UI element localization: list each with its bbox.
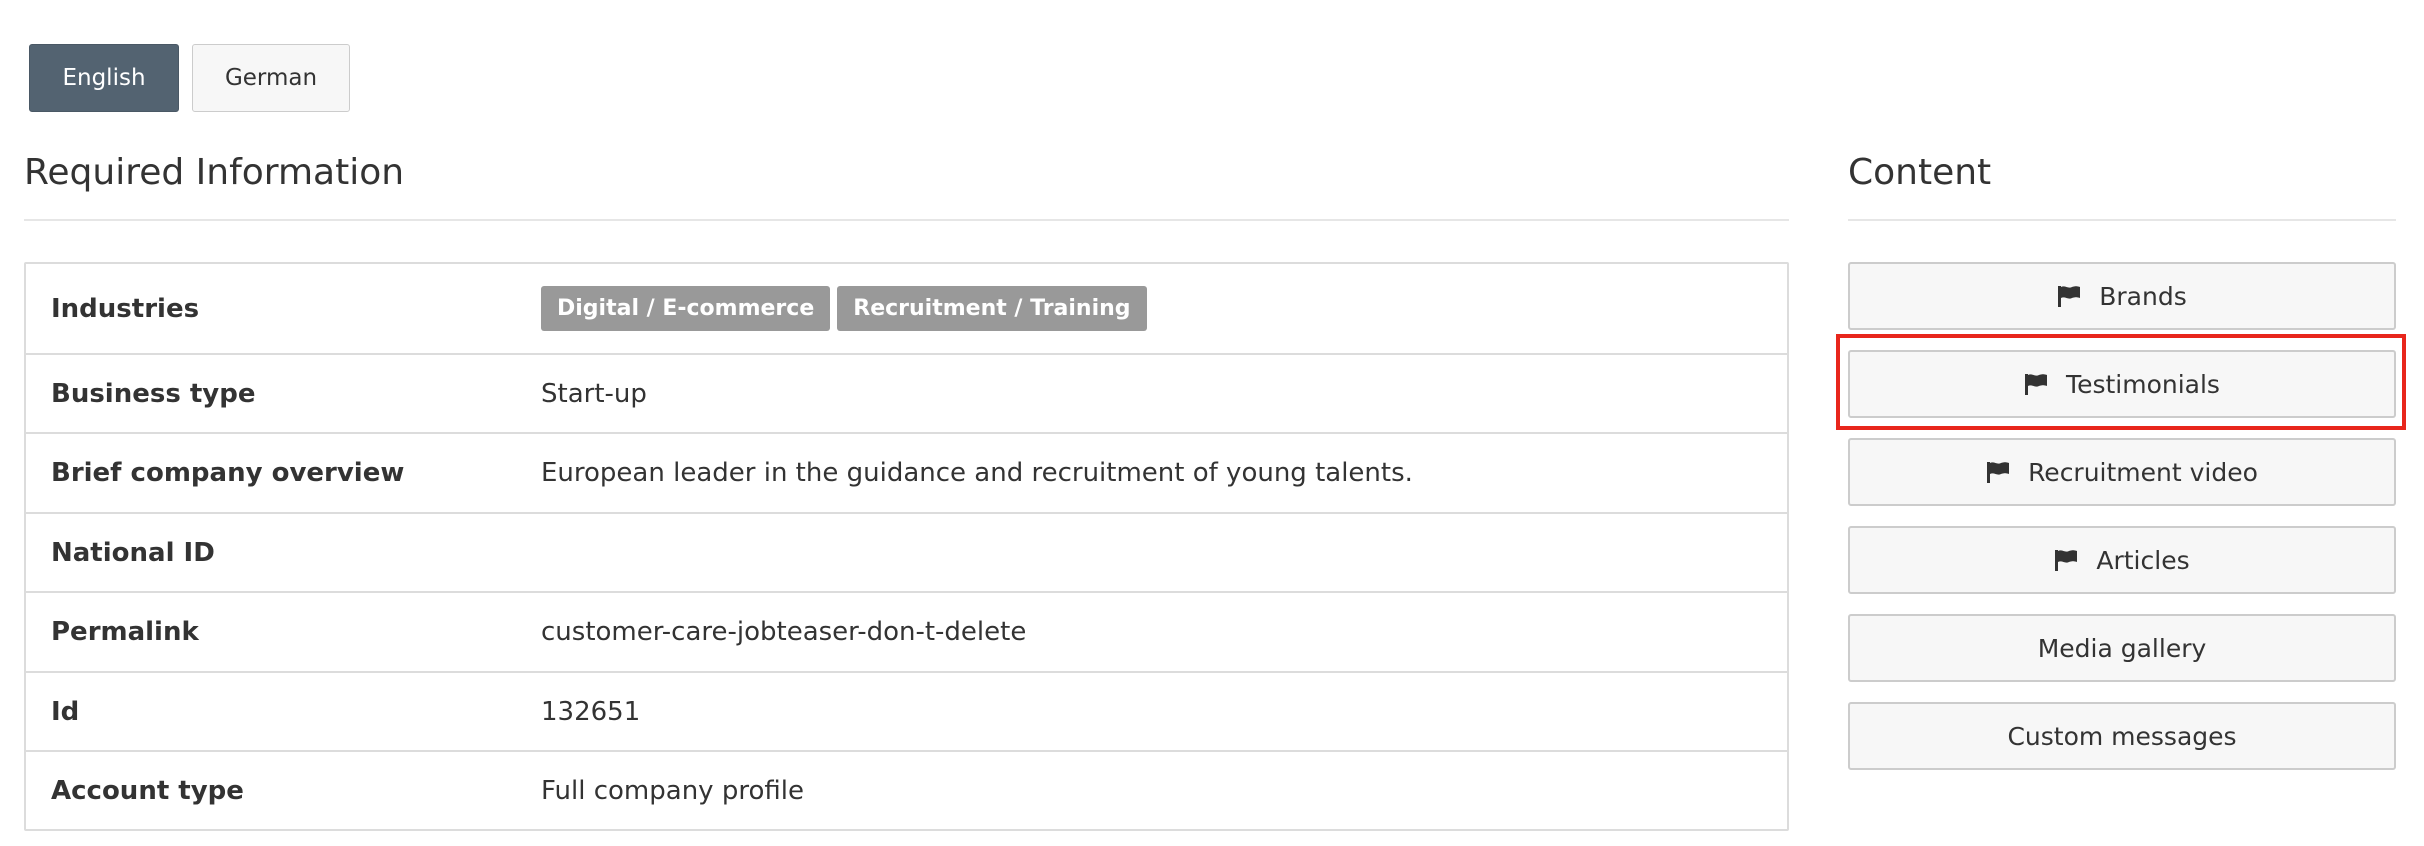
- id-label: Id: [51, 696, 80, 727]
- flag-icon: [2025, 374, 2048, 395]
- required-information-table: Industries Digital / E-commerce Recruitm…: [24, 262, 1789, 831]
- brands-button-label: Brands: [2099, 281, 2187, 311]
- table-row-id: Id 132651: [26, 671, 1787, 750]
- permalink-label: Permalink: [51, 617, 199, 647]
- company-overview-value: European leader in the guidance and recr…: [541, 458, 1413, 488]
- language-tabs: English German: [29, 44, 350, 112]
- flag-icon: [2055, 550, 2078, 571]
- table-row-industries: Industries Digital / E-commerce Recruitm…: [26, 264, 1787, 353]
- business-type-value: Start-up: [541, 378, 647, 409]
- recruitment-video-button-label: Recruitment video: [2028, 457, 2258, 487]
- industry-tag: Digital / E-commerce: [541, 286, 831, 331]
- tab-german[interactable]: German: [192, 44, 350, 112]
- industries-tags: Digital / E-commerce Recruitment / Train…: [541, 286, 1147, 331]
- content-divider: [1848, 219, 2396, 221]
- content-heading: Content: [1848, 152, 1992, 193]
- industries-label: Industries: [51, 293, 200, 324]
- table-row-business-type: Business type Start-up: [26, 353, 1787, 432]
- table-row-national-id: National ID: [26, 512, 1787, 591]
- custom-messages-button-label: Custom messages: [2007, 721, 2237, 751]
- content-buttons: Brands Testimonials Recruitment video Ar…: [1848, 262, 2396, 790]
- brands-button[interactable]: Brands: [1848, 262, 2396, 330]
- tab-english[interactable]: English: [29, 44, 179, 112]
- table-row-account-type: Account type Full company profile: [26, 750, 1787, 829]
- table-row-company-overview: Brief company overview European leader i…: [26, 432, 1787, 512]
- media-gallery-button[interactable]: Media gallery: [1848, 614, 2396, 682]
- required-information-divider: [24, 219, 1789, 221]
- testimonials-button[interactable]: Testimonials: [1848, 350, 2396, 418]
- flag-icon: [2058, 286, 2081, 307]
- testimonials-button-label: Testimonials: [2066, 369, 2220, 399]
- articles-button[interactable]: Articles: [1848, 526, 2396, 594]
- table-row-permalink: Permalink customer-care-jobteaser-don-t-…: [26, 591, 1787, 671]
- national-id-label: National ID: [51, 537, 215, 568]
- custom-messages-button[interactable]: Custom messages: [1848, 702, 2396, 770]
- account-type-value: Full company profile: [541, 775, 804, 806]
- articles-button-label: Articles: [2096, 545, 2190, 575]
- industry-tag: Recruitment / Training: [837, 286, 1147, 331]
- recruitment-video-button[interactable]: Recruitment video: [1848, 438, 2396, 506]
- id-value: 132651: [541, 696, 641, 727]
- flag-icon: [1987, 462, 2010, 483]
- permalink-value: customer-care-jobteaser-don-t-delete: [541, 617, 1027, 647]
- media-gallery-button-label: Media gallery: [2037, 633, 2207, 663]
- required-information-heading: Required Information: [24, 152, 405, 193]
- business-type-label: Business type: [51, 378, 256, 409]
- account-type-label: Account type: [51, 775, 244, 806]
- company-overview-label: Brief company overview: [51, 458, 405, 488]
